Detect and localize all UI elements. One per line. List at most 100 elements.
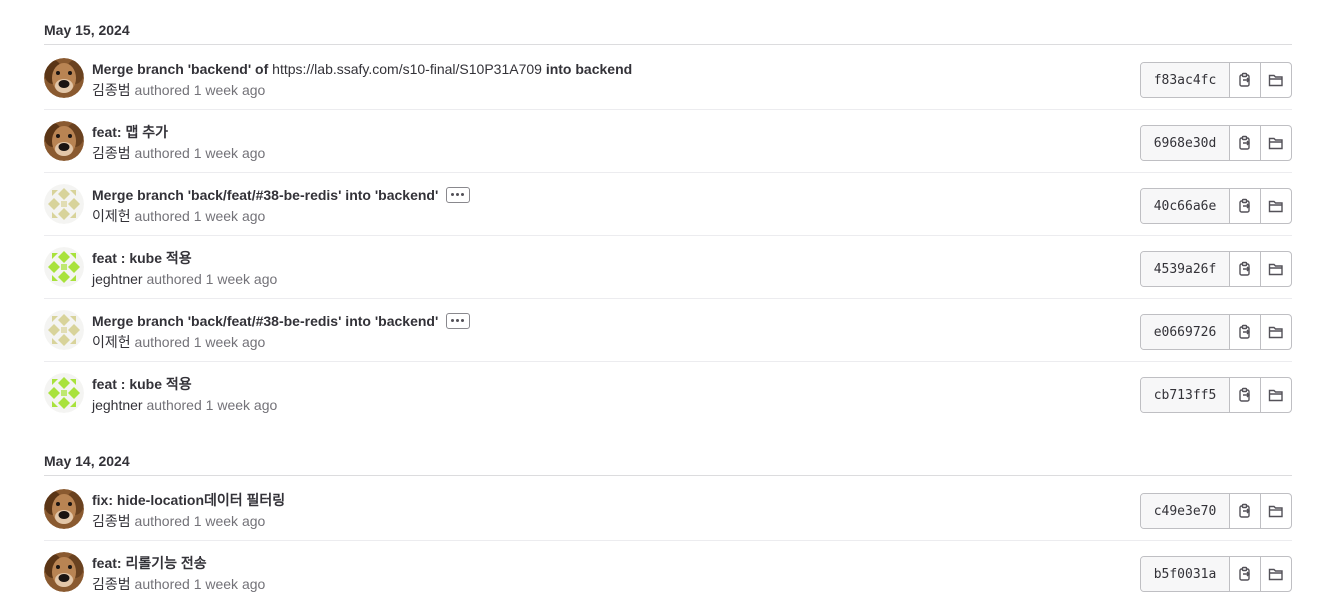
commit-time: 1 week ago [205,397,278,413]
browse-files-icon[interactable] [1260,252,1291,286]
commit-title[interactable]: feat : kube 적용 [92,250,192,266]
commit-title-text[interactable]: Merge branch 'back/feat/#38-be-redis' in… [92,187,438,203]
commit-title-text[interactable]: feat : kube 적용 [92,376,192,392]
commit-meta: jeghtner authored 1 week ago [92,397,277,413]
commit-meta: 김종범 authored 1 week ago [92,145,265,161]
author-action: authored [134,576,190,592]
commit-meta: 김종범 authored 1 week ago [92,513,265,529]
author-action: authored [134,208,190,224]
author-avatar[interactable] [44,373,84,413]
commit-title[interactable]: feat: 리롤기능 전송 [92,555,207,571]
commit-actions: c49e3e70 [1140,493,1292,529]
commit-actions: e0669726 [1140,314,1292,350]
copy-sha-icon[interactable] [1230,557,1260,591]
author-action: authored [134,334,190,350]
commit-sha-button[interactable]: b5f0031a [1141,557,1230,591]
commit-time: 1 week ago [193,208,266,224]
author-name[interactable]: 김종범 [92,82,131,98]
commit-meta: jeghtner authored 1 week ago [92,271,277,287]
day-date: May 15, 2024 [44,22,130,38]
author-action: authored [134,513,190,529]
day-header: May 14, 2024 [44,453,1292,476]
browse-files-icon[interactable] [1260,63,1291,97]
browse-files-icon[interactable] [1260,378,1291,412]
commit-actions: cb713ff5 [1140,377,1292,413]
copy-sha-icon[interactable] [1230,189,1260,223]
commit-title-link[interactable]: https://lab.ssafy.com/s10-final/S10P31A7… [272,61,542,77]
commit-row: Merge branch 'back/feat/#38-be-redis' in… [44,173,1292,236]
author-name[interactable]: 김종범 [92,576,131,592]
author-name[interactable]: 김종범 [92,145,131,161]
commit-time: 1 week ago [193,334,266,350]
commit-title-text[interactable]: feat: 맵 추가 [92,124,168,140]
author-name[interactable]: 김종범 [92,513,131,529]
browse-files-icon[interactable] [1260,126,1291,160]
commit-title-text[interactable]: Merge branch 'back/feat/#38-be-redis' in… [92,313,438,329]
commit-meta: 김종범 authored 1 week ago [92,576,265,592]
commit-meta: 김종범 authored 1 week ago [92,82,265,98]
author-name[interactable]: jeghtner [92,397,143,413]
commit-actions: 4539a26f [1140,251,1292,287]
commit-title[interactable]: feat : kube 적용 [92,376,192,392]
commit-row: Merge branch 'back/feat/#38-be-redis' in… [44,299,1292,362]
commit-title[interactable]: Merge branch 'backend' of https://lab.ss… [92,61,632,77]
commit-time: 1 week ago [205,271,278,287]
author-avatar[interactable] [44,489,84,529]
commit-row: fix: hide-location데이터 필터링김종범 authored 1 … [44,478,1292,541]
author-name[interactable]: 이제헌 [92,334,131,350]
day-date: May 14, 2024 [44,453,130,469]
commit-time: 1 week ago [193,145,266,161]
commit-sha-button[interactable]: c49e3e70 [1141,494,1230,528]
copy-sha-icon[interactable] [1230,126,1260,160]
copy-sha-icon[interactable] [1230,378,1260,412]
commit-time: 1 week ago [193,82,266,98]
commit-time: 1 week ago [193,576,266,592]
commit-actions: b5f0031a [1140,556,1292,592]
author-name[interactable]: 이제헌 [92,208,131,224]
commit-row: Merge branch 'backend' of https://lab.ss… [44,47,1292,110]
ellipsis-icon[interactable] [446,313,471,330]
browse-files-icon[interactable] [1260,494,1291,528]
commit-title-text[interactable]: Merge branch 'backend' of [92,61,268,77]
commit-title[interactable]: Merge branch 'back/feat/#38-be-redis' in… [92,313,471,330]
day-header: May 15, 2024 [44,22,1292,45]
commit-row: feat: 맵 추가김종범 authored 1 week ago 6968e30… [44,110,1292,173]
author-avatar[interactable] [44,552,84,592]
author-avatar[interactable] [44,247,84,287]
commit-sha-button[interactable]: e0669726 [1141,315,1230,349]
commit-title-text[interactable]: feat : kube 적용 [92,250,192,266]
commit-title[interactable]: feat: 맵 추가 [92,124,168,140]
commit-sha-button[interactable]: cb713ff5 [1141,378,1230,412]
commit-row: feat: 리롤기능 전송김종범 authored 1 week ago b5f0… [44,541,1292,603]
author-action: authored [146,397,202,413]
commit-title[interactable]: Merge branch 'back/feat/#38-be-redis' in… [92,187,471,204]
commit-sha-button[interactable]: 6968e30d [1141,126,1230,160]
commit-title-text[interactable]: feat: 리롤기능 전송 [92,555,207,571]
commit-row: feat : kube 적용 jeghtner authored 1 week a… [44,236,1292,299]
author-action: authored [134,145,190,161]
author-avatar[interactable] [44,184,84,224]
commit-sha-button[interactable]: 40c66a6e [1141,189,1230,223]
author-avatar[interactable] [44,310,84,350]
author-action: authored [134,82,190,98]
commit-sha-button[interactable]: 4539a26f [1141,252,1230,286]
copy-sha-icon[interactable] [1230,494,1260,528]
browse-files-icon[interactable] [1260,315,1291,349]
commit-title[interactable]: fix: hide-location데이터 필터링 [92,492,285,508]
commit-title-text[interactable]: fix: hide-location데이터 필터링 [92,492,285,508]
commit-title-tail[interactable]: into backend [546,61,632,77]
copy-sha-icon[interactable] [1230,252,1260,286]
ellipsis-icon[interactable] [446,187,471,204]
copy-sha-icon[interactable] [1230,63,1260,97]
browse-files-icon[interactable] [1260,189,1291,223]
commit-actions: 40c66a6e [1140,188,1292,224]
commit-time: 1 week ago [193,513,266,529]
author-action: authored [146,271,202,287]
copy-sha-icon[interactable] [1230,315,1260,349]
author-avatar[interactable] [44,121,84,161]
author-name[interactable]: jeghtner [92,271,143,287]
commit-sha-button[interactable]: f83ac4fc [1141,63,1230,97]
commit-meta: 이제헌 authored 1 week ago [92,334,265,350]
author-avatar[interactable] [44,58,84,98]
browse-files-icon[interactable] [1260,557,1291,591]
